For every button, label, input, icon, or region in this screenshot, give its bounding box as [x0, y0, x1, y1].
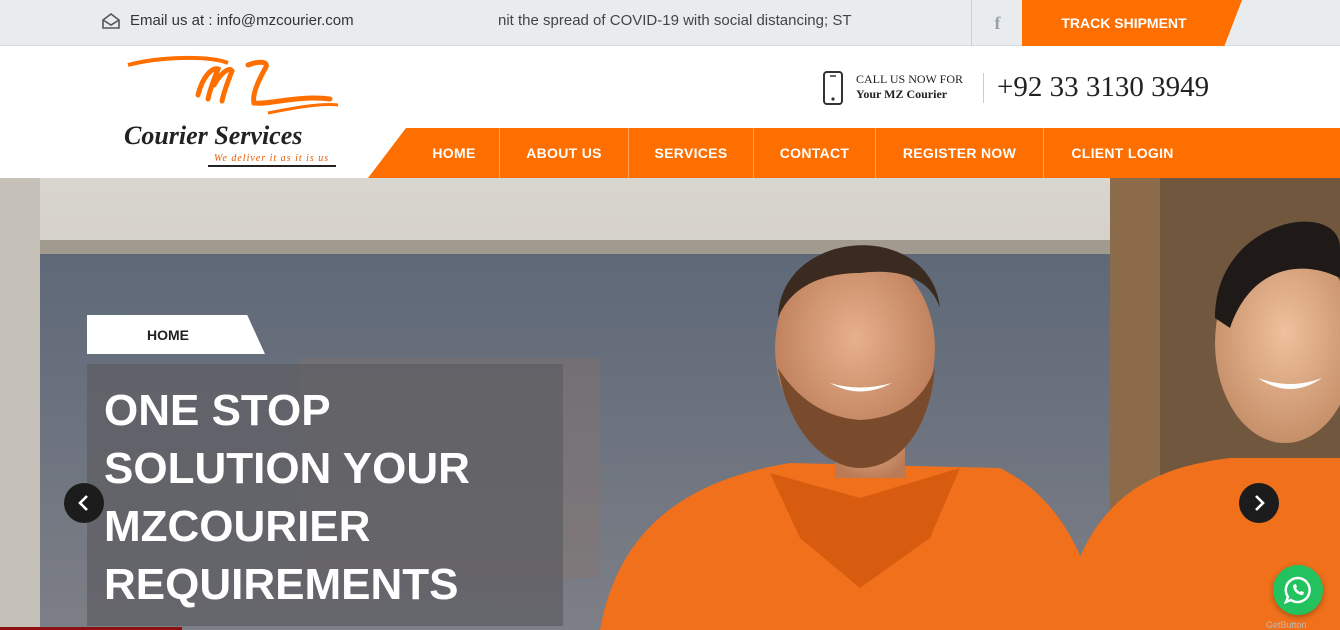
news-ticker: nit the spread of COVID-19 with social d… [498, 12, 852, 29]
headline-line: ONE STOP [104, 386, 331, 435]
nav-contact[interactable]: CONTACT [754, 128, 875, 178]
logo-tagline: We deliver it as it is us [214, 153, 330, 164]
hero-headline: ONE STOP SOLUTION YOUR MZCOURIER REQUIRE… [87, 364, 563, 626]
whatsapp-button[interactable] [1273, 565, 1323, 615]
header-divider [983, 73, 984, 103]
breadcrumb[interactable]: HOME [87, 315, 265, 354]
logo-text: Courier Services [124, 121, 303, 150]
main-nav: HOME ABOUT US SERVICES CONTACT REGISTER … [368, 128, 1340, 178]
call-us-line2: Your MZ Courier [856, 87, 948, 101]
nav-register-now[interactable]: REGISTER NOW [876, 128, 1043, 178]
logo-underline [208, 165, 336, 167]
slider-next-button[interactable] [1239, 483, 1279, 523]
envelope-icon [102, 12, 120, 29]
email-contact[interactable]: Email us at : info@mzcourier.com [102, 12, 354, 29]
nav-about-us[interactable]: ABOUT US [500, 128, 628, 178]
slider-prev-button[interactable] [64, 483, 104, 523]
track-shipment-button[interactable]: TRACK SHIPMENT [1022, 0, 1242, 46]
top-bar: Email us at : info@mzcourier.com nit the… [0, 0, 1340, 46]
nav-services[interactable]: SERVICES [629, 128, 753, 178]
hero-slider: HOME ONE STOP SOLUTION YOUR MZCOURIER RE… [0, 178, 1340, 630]
headline-line: MZCOURIER [104, 502, 371, 551]
email-text: Email us at : info@mzcourier.com [130, 12, 354, 29]
getbutton-credit[interactable]: GetButton [1266, 620, 1307, 630]
facebook-icon: f [994, 12, 1001, 33]
headline-line: SOLUTION YOUR [104, 444, 470, 493]
logo-mark [127, 55, 339, 115]
facebook-link[interactable]: f [971, 0, 1023, 46]
call-us-line1: CALL US NOW FOR [856, 72, 964, 86]
site-logo[interactable]: Courier Services We deliver it as it is … [118, 55, 348, 173]
headline-line: REQUIREMENTS [104, 560, 459, 609]
whatsapp-icon [1283, 576, 1311, 605]
call-us-text: CALL US NOW FOR Your MZ Courier [856, 72, 963, 102]
nav-client-login[interactable]: CLIENT LOGIN [1044, 128, 1201, 178]
phone-number[interactable]: +92 33 3130 3949 [997, 71, 1209, 104]
mobile-phone-icon [823, 71, 843, 105]
site-header: Courier Services We deliver it as it is … [0, 47, 1340, 178]
chevron-left-icon [78, 495, 88, 511]
chevron-right-icon [1255, 495, 1265, 511]
nav-home[interactable]: HOME [408, 128, 500, 178]
